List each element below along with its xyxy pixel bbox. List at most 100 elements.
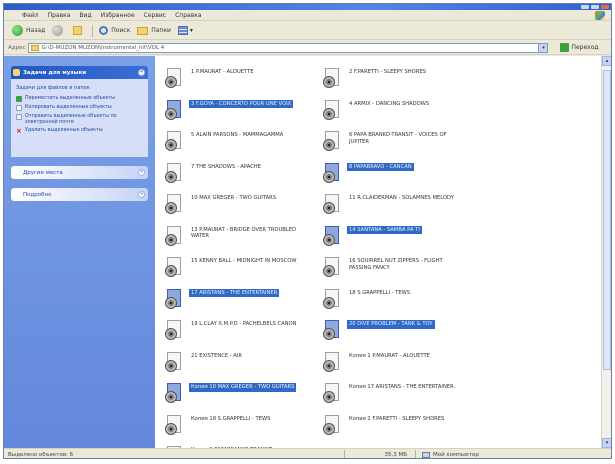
file-name: Копия 17 ARISTANS - THE ENTERTAINER (349, 384, 454, 390)
file-name: 3 F.GOYA - CONCERTO POUR UNE VOIX (189, 99, 294, 108)
audio-file-icon (165, 257, 183, 279)
file-item[interactable]: 3 F.GOYA - CONCERTO POUR UNE VOIX (165, 99, 294, 122)
menu-file[interactable]: Файл (22, 12, 39, 19)
file-item[interactable]: Копия 2 F.PARETTI - SLEEPY SHORES (323, 414, 446, 437)
task-email[interactable]: Отправить выделенные объекты по электрон… (16, 114, 143, 125)
folders-label: Папки (151, 27, 171, 34)
task-move[interactable]: Переместить выделенные объекты (16, 96, 143, 102)
scroll-up-icon[interactable]: ▴ (602, 56, 611, 66)
file-item[interactable]: 19 L.CLAY X.M.P.D - PACHELBELS CANON (165, 320, 298, 342)
file-item[interactable]: 8 PAPABRAVO - CANCAN (323, 162, 414, 185)
file-item[interactable]: 4 ARMIX - DANCING SHADOWS (323, 99, 431, 122)
file-name: 19 L.CLAY X.M.P.D - PACHELBELS CANON (191, 321, 297, 327)
audio-file-icon (165, 194, 183, 216)
details-header[interactable]: Подробно » (11, 188, 148, 201)
task-email-label: Отправить выделенные объекты по электрон… (25, 114, 117, 125)
audio-file-icon (323, 320, 341, 342)
scroll-down-icon[interactable]: ▾ (602, 438, 611, 448)
task-copy[interactable]: Копировать выделенные объекты (16, 105, 143, 111)
audio-file-icon (165, 320, 183, 342)
back-button[interactable]: Назад (12, 25, 45, 36)
file-name: 7 THE SHADOWS - APACHE (191, 163, 261, 170)
email-icon (16, 114, 22, 120)
delete-icon: × (16, 127, 22, 135)
file-item[interactable]: Копия 17 ARISTANS - THE ENTERTAINER (323, 383, 456, 405)
search-button[interactable]: Поиск (99, 26, 130, 35)
file-name: 16 SQUIRREL NUT ZIPPERS - FLIGHT PASSING… (349, 258, 443, 271)
file-name: Копия 10 MAX GREGER - TWO GUITARS (189, 383, 297, 392)
file-item[interactable]: 17 ARISTANS - THE ENTERTAINER (165, 288, 280, 311)
file-item[interactable]: Копия 1 P.MAURAT - ALOUETTE (323, 351, 432, 374)
address-dropdown-icon[interactable]: ▾ (538, 43, 548, 52)
file-name: 14 SANTANA - SAMBA PA TI (347, 225, 422, 234)
address-value: G:\D-MUZON MUZON\Instrumental_hit\VOL 4 (41, 44, 165, 51)
menu-view[interactable]: Вид (79, 12, 91, 19)
file-item[interactable]: Копия 10 MAX GREGER - TWO GUITARS (165, 383, 297, 405)
expand-icon[interactable]: » (138, 169, 145, 176)
file-name: 4 ARMIX - DANCING SHADOWS (349, 100, 430, 107)
address-input[interactable]: G:\D-MUZON MUZON\Instrumental_hit\VOL 4 … (28, 42, 549, 53)
audio-file-icon (323, 257, 341, 279)
file-name: 1 P.MAURAT - ALOUETTE (191, 69, 254, 75)
audio-file-icon (165, 68, 183, 90)
file-name: 21 EXISTENCE - AIR (191, 352, 242, 359)
collapse-icon[interactable]: « (138, 69, 145, 76)
file-item[interactable]: 21 EXISTENCE - AIR (165, 351, 244, 374)
other-places-title: Другие места (23, 169, 63, 176)
file-item[interactable]: 15 KENNY BALL - MIDNIGHT IN MOSCOW (165, 257, 298, 279)
file-name: 5 ALAIN PARSONS - MAMMAGAMMA (191, 132, 284, 138)
chevron-down-icon: ▾ (189, 27, 193, 34)
file-item[interactable]: 13 P.MAURAT - BRIDGE OVER TROUBLED WATER (165, 225, 301, 248)
audio-file-icon (323, 414, 341, 437)
folders-icon (137, 26, 149, 35)
go-label: Переход (571, 44, 599, 51)
file-item[interactable]: 7 THE SHADOWS - APACHE (165, 162, 263, 185)
music-folder-icon (13, 69, 20, 76)
menu-tools[interactable]: Сервис (144, 12, 166, 19)
file-item[interactable]: 2 F.PARETTI - SLEEPY SHORES (323, 68, 428, 90)
menu-favorites[interactable]: Избранное (101, 12, 135, 19)
file-name: 13 P.MAURAT - BRIDGE OVER TROUBLED WATER (191, 226, 296, 240)
file-item[interactable]: 10 MAX GREGER - TWO GUITARS (165, 194, 278, 216)
go-button[interactable]: Переход (560, 43, 599, 52)
details-title: Подробно (23, 191, 52, 198)
task-copy-label: Копировать выделенные объекты (25, 105, 112, 110)
audio-file-icon (165, 383, 183, 405)
forward-button[interactable] (52, 25, 66, 36)
status-size: 35,3 МБ (384, 451, 407, 458)
folders-button[interactable]: Папки (137, 26, 171, 35)
music-tasks-header[interactable]: Задачи для музыки « (11, 66, 148, 79)
file-item[interactable]: 18 S.GRAPPELLI - TEWS (323, 288, 412, 311)
views-button[interactable]: ▾ (177, 26, 193, 35)
menu-bar: Файл Правка Вид Избранное Сервис Справка (4, 10, 611, 21)
file-name: 8 PAPABRAVO - CANCAN (347, 162, 414, 171)
vertical-scrollbar[interactable]: ▴ ▾ (601, 56, 611, 448)
menu-edit[interactable]: Правка (48, 12, 71, 19)
audio-file-icon (165, 99, 183, 122)
file-item[interactable]: 11 R.CLAIDERMAN - SOLAMNES MELODY (323, 194, 456, 216)
audio-file-icon (323, 288, 341, 311)
status-selection: Выделено объектов: 6 (8, 451, 74, 458)
task-delete[interactable]: × Удалить выделенные объекты (16, 127, 143, 135)
file-tasks-panel: Задачи для файлов и папок Переместить вы… (11, 79, 148, 157)
file-item[interactable]: 20 DIVE PROBLEM - TANK & TOY (323, 320, 435, 342)
maximize-button[interactable] (591, 5, 599, 9)
file-item[interactable]: 6 PAPA BRANKO-TRANSIT - VOICES OF JUPITE… (323, 131, 459, 153)
scroll-thumb[interactable] (603, 70, 611, 370)
file-item[interactable]: 1 P.MAURAT - ALOUETTE (165, 68, 256, 90)
file-item[interactable]: 16 SQUIRREL NUT ZIPPERS - FLIGHT PASSING… (323, 257, 459, 279)
other-places-header[interactable]: Другие места » (11, 166, 148, 179)
toolbar-separator (92, 24, 94, 37)
menu-help[interactable]: Справка (175, 12, 201, 19)
file-item[interactable]: 5 ALAIN PARSONS - MAMMAGAMMA (165, 131, 285, 153)
file-name: Копия 2 F.PARETTI - SLEEPY SHORES (349, 415, 445, 422)
search-icon (99, 26, 109, 35)
expand-icon[interactable]: » (138, 191, 145, 198)
up-folder-button[interactable] (73, 26, 85, 35)
file-name: 18 S.GRAPPELLI - TEWS (349, 289, 411, 296)
file-item[interactable]: Копия 18 S.GRAPPELLI - TEWS (165, 414, 272, 437)
file-item[interactable]: 14 SANTANA - SAMBA PA TI (323, 225, 422, 248)
minimize-button[interactable] (581, 5, 589, 9)
close-button[interactable] (601, 5, 609, 9)
search-label: Поиск (111, 27, 131, 34)
